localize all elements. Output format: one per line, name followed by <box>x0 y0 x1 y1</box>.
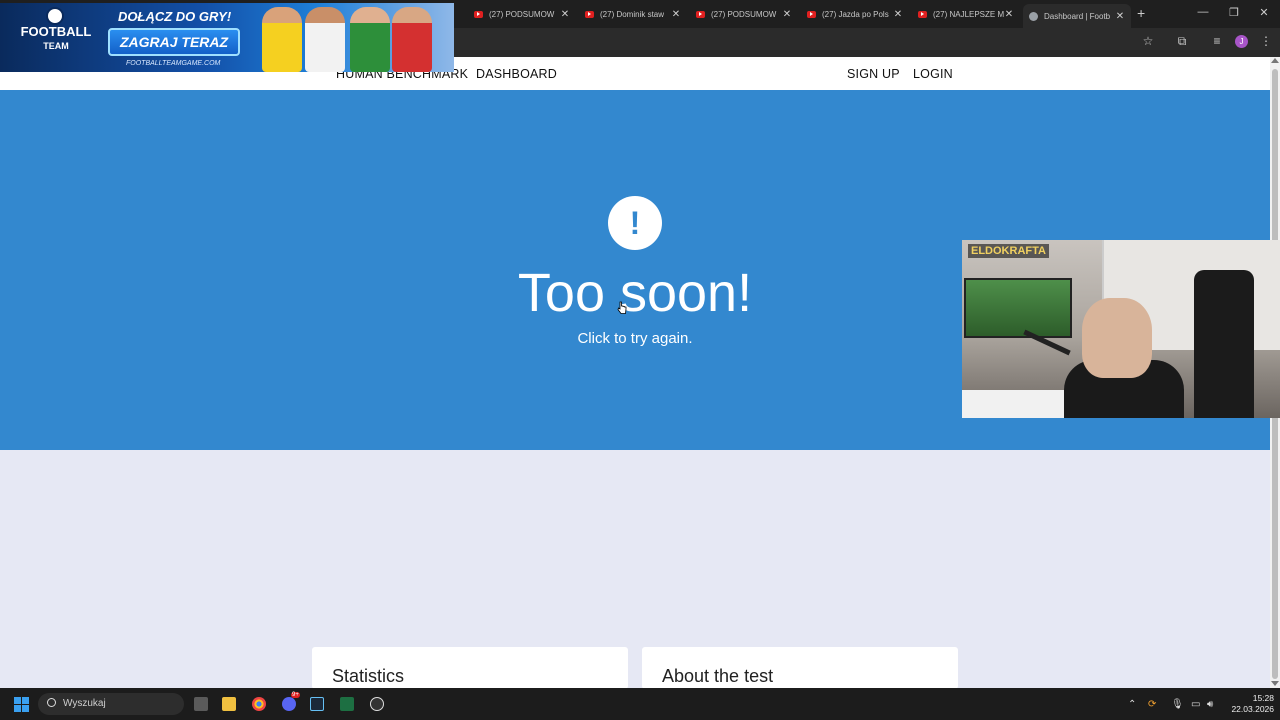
webcam-aquarium <box>964 278 1072 338</box>
sync-icon[interactable]: ⟳ <box>1148 699 1156 710</box>
youtube-icon <box>918 10 927 18</box>
ad-player-image <box>392 7 432 72</box>
tab-title: Dashboard | Footb <box>1044 11 1111 21</box>
display-icon[interactable]: ▭ <box>1191 699 1200 710</box>
close-tab-icon[interactable]: ✕ <box>1115 11 1125 22</box>
tab-title: (27) Jazda po Pols <box>822 9 889 19</box>
profile-avatar[interactable]: J <box>1235 35 1248 48</box>
ad-logo-line1: FOOTBALL <box>20 24 92 39</box>
ad-banner[interactable]: FOOTBALL TEAM DOŁĄCZ DO GRY! ZAGRAJ TERA… <box>0 3 454 72</box>
discord-badge: 9+ <box>291 692 300 698</box>
youtube-icon <box>807 10 816 18</box>
clock-time: 15:28 <box>1252 693 1274 703</box>
browser-tab[interactable]: (27) Dominik staw ✕ <box>579 4 687 24</box>
restore-icon[interactable]: ❐ <box>1226 6 1242 19</box>
browser-tab[interactable]: (27) PODSUMOW ✕ <box>468 4 576 24</box>
minimize-icon[interactable]: — <box>1195 6 1211 18</box>
close-tab-icon[interactable]: ✕ <box>671 9 681 20</box>
media-control-icon[interactable]: ≡ <box>1209 34 1225 48</box>
ad-player-image <box>305 7 345 72</box>
webcam-chair <box>1194 270 1254 418</box>
obs-icon[interactable] <box>370 697 384 711</box>
windows-start-icon[interactable] <box>14 697 29 712</box>
browser-tab-active[interactable]: Dashboard | Footb ✕ <box>1023 4 1131 28</box>
chrome-icon[interactable] <box>252 697 266 711</box>
youtube-icon <box>585 10 594 18</box>
close-tab-icon[interactable]: ✕ <box>560 9 570 20</box>
tab-title: (27) PODSUMOW <box>711 9 777 19</box>
scroll-up-icon[interactable] <box>1271 58 1279 63</box>
file-explorer-icon[interactable] <box>222 697 236 711</box>
ad-player-image <box>262 7 302 72</box>
close-tab-icon[interactable]: ✕ <box>782 9 792 20</box>
close-tab-icon[interactable]: ✕ <box>1004 9 1014 20</box>
about-heading: About the test <box>662 666 774 686</box>
bookmark-star-icon[interactable]: ☆ <box>1140 34 1156 48</box>
browser-tab[interactable]: (27) Jazda po Pols ✕ <box>801 4 909 24</box>
clock-date: 22.03.2026 <box>1231 704 1274 714</box>
ad-cta-button[interactable]: ZAGRAJ TERAZ <box>108 28 240 56</box>
scroll-down-icon[interactable] <box>1271 681 1279 686</box>
about-card: About the test <box>642 647 958 689</box>
taskbar-search-placeholder: Wyszukaj <box>63 698 106 709</box>
search-icon <box>47 698 56 707</box>
alert-icon: ! <box>608 196 662 250</box>
webcam-overlay: ELDOKRAFTA <box>962 240 1280 418</box>
excel-icon[interactable] <box>340 697 354 711</box>
tray-chevron-icon[interactable]: ⌃ <box>1128 699 1136 710</box>
ad-logo: FOOTBALL TEAM <box>20 25 92 53</box>
browser-tab[interactable]: (27) PODSUMOW ✕ <box>690 4 798 24</box>
hand-cursor-icon <box>617 301 627 314</box>
webcam-person <box>1082 298 1152 378</box>
window-close-icon[interactable]: ✕ <box>1256 6 1272 19</box>
ad-headline: DOŁĄCZ DO GRY! <box>118 9 232 24</box>
globe-icon <box>1029 11 1038 21</box>
statistics-card: Statistics <box>312 647 628 689</box>
football-icon <box>46 7 64 25</box>
discord-icon[interactable] <box>282 697 296 711</box>
steam-icon[interactable] <box>310 697 324 711</box>
tab-title: (27) NAJLEPSZE M <box>933 9 1004 19</box>
nav-dashboard-link[interactable]: DASHBOARD <box>476 67 557 81</box>
nav-login-link[interactable]: LOGIN <box>913 67 953 81</box>
microphone-icon[interactable]: 🎙︎ <box>1171 699 1184 710</box>
extensions-icon[interactable]: ⧉ <box>1174 34 1190 49</box>
statistics-heading: Statistics <box>332 666 405 686</box>
tab-title: (27) Dominik staw <box>600 9 665 19</box>
youtube-icon <box>474 10 483 18</box>
browser-menu-icon[interactable]: ⋮ <box>1258 34 1274 48</box>
windows-taskbar: Wyszukaj 9+ ⌃ ⟳ 🎙︎ ▭ 🔊︎ 15:28 22.03.2026 <box>0 688 1280 720</box>
close-tab-icon[interactable]: ✕ <box>893 9 903 20</box>
volume-icon[interactable]: 🔊︎ <box>1207 699 1213 710</box>
ad-logo-line2: TEAM <box>43 41 69 51</box>
taskbar-clock[interactable]: 15:28 22.03.2026 <box>1220 693 1274 715</box>
taskbar-search[interactable]: Wyszukaj <box>38 693 184 715</box>
webcam-logo: ELDOKRAFTA <box>968 244 1049 258</box>
task-view-icon[interactable] <box>194 697 208 711</box>
ad-url: FOOTBALLTEAMGAME.COM <box>126 60 221 67</box>
youtube-icon <box>696 10 705 18</box>
ad-player-image <box>350 7 390 72</box>
new-tab-icon[interactable]: + <box>1137 5 1145 21</box>
browser-tab[interactable]: (27) NAJLEPSZE M ✕ <box>912 4 1020 24</box>
tab-title: (27) PODSUMOW <box>489 9 555 19</box>
nav-signup-link[interactable]: SIGN UP <box>847 67 900 81</box>
